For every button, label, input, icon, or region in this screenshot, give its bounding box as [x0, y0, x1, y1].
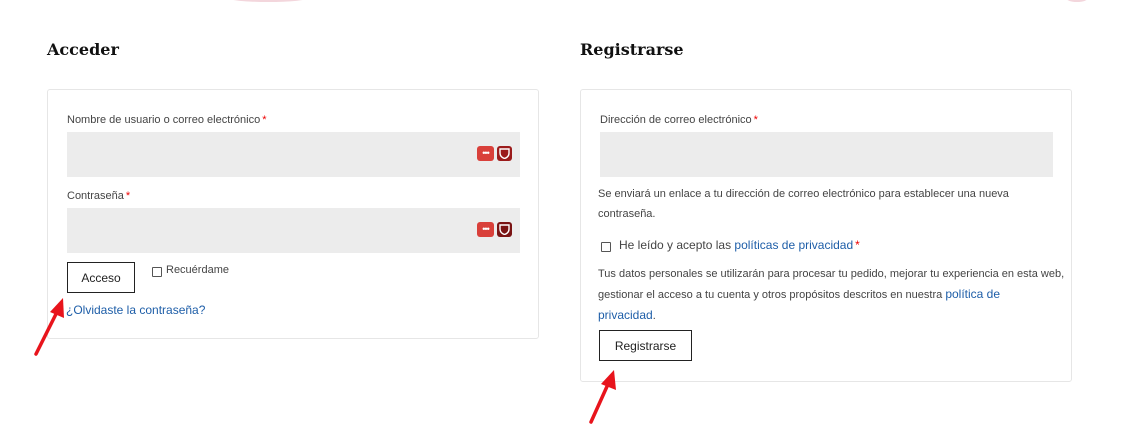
- login-title: Acceder: [47, 40, 119, 59]
- password-password-manager-icons: •••: [477, 222, 512, 237]
- username-password-manager-icons: •••: [477, 146, 512, 161]
- password-link-info: Se enviará un enlace a tu dirección de c…: [598, 184, 1009, 224]
- password-manager-shield-icon[interactable]: [497, 222, 512, 237]
- login-button[interactable]: Acceso: [67, 262, 135, 293]
- privacy-notice-period: .: [652, 310, 656, 322]
- privacy-check-label: He leído y acepto las políticas de priva…: [619, 235, 860, 255]
- register-title: Registrarse: [580, 40, 684, 59]
- email-input[interactable]: [600, 132, 1053, 177]
- username-input[interactable]: •••: [67, 132, 520, 177]
- register-panel: Dirección de correo electrónico * Se envi…: [580, 89, 1072, 382]
- privacy-notice-line2: gestionar el acceso a tu cuenta y otros …: [598, 284, 1064, 305]
- privacy-required-mark: *: [855, 238, 860, 252]
- annotation-arrow-icon: [34, 298, 64, 356]
- username-label: Nombre de usuario o correo electrónico *: [67, 114, 267, 126]
- remember-label: Recuérdame: [166, 264, 229, 276]
- password-link-info-line1: Se enviará un enlace a tu dirección de c…: [598, 188, 1009, 200]
- password-input[interactable]: •••: [67, 208, 520, 253]
- email-label-text: Dirección de correo electrónico: [600, 114, 752, 126]
- privacy-notice-line3: privacidad.: [598, 305, 1064, 326]
- top-decoration-right: [1066, 0, 1088, 2]
- privacy-notice-line1: Tus datos personales se utilizarán para …: [598, 268, 1065, 280]
- privacy-check-prefix: He leído y acepto las: [619, 238, 732, 252]
- privacy-notice-link-part2[interactable]: privacidad: [598, 308, 653, 322]
- top-decoration-left: [228, 0, 308, 2]
- forgot-password-link[interactable]: ¿Olvidaste la contraseña?: [66, 303, 205, 317]
- username-label-text: Nombre de usuario o correo electrónico: [67, 114, 261, 126]
- email-label: Dirección de correo electrónico *: [600, 114, 758, 126]
- privacy-notice-line2-text: gestionar el acceso a tu cuenta y otros …: [598, 289, 943, 301]
- password-label: Contraseña *: [67, 190, 130, 202]
- remember-checkbox[interactable]: [152, 267, 162, 277]
- username-required-mark: *: [262, 114, 267, 126]
- email-required-mark: *: [753, 114, 758, 126]
- password-manager-shield-icon[interactable]: [497, 146, 512, 161]
- privacy-checkbox[interactable]: [601, 242, 611, 252]
- login-panel: Nombre de usuario o correo electrónico * …: [47, 89, 539, 339]
- annotation-arrow-icon: [589, 370, 616, 424]
- privacy-notice: Tus datos personales se utilizarán para …: [598, 264, 1064, 326]
- password-manager-dots-icon[interactable]: •••: [477, 222, 494, 237]
- password-link-info-line2: contraseña.: [598, 208, 656, 220]
- privacy-notice-link-part1[interactable]: política de: [945, 287, 1000, 301]
- password-manager-dots-icon[interactable]: •••: [477, 146, 494, 161]
- register-button[interactable]: Registrarse: [599, 330, 692, 361]
- password-required-mark: *: [125, 190, 131, 202]
- password-label-text: Contraseña: [67, 190, 124, 202]
- privacy-policy-link[interactable]: políticas de privacidad: [734, 238, 853, 252]
